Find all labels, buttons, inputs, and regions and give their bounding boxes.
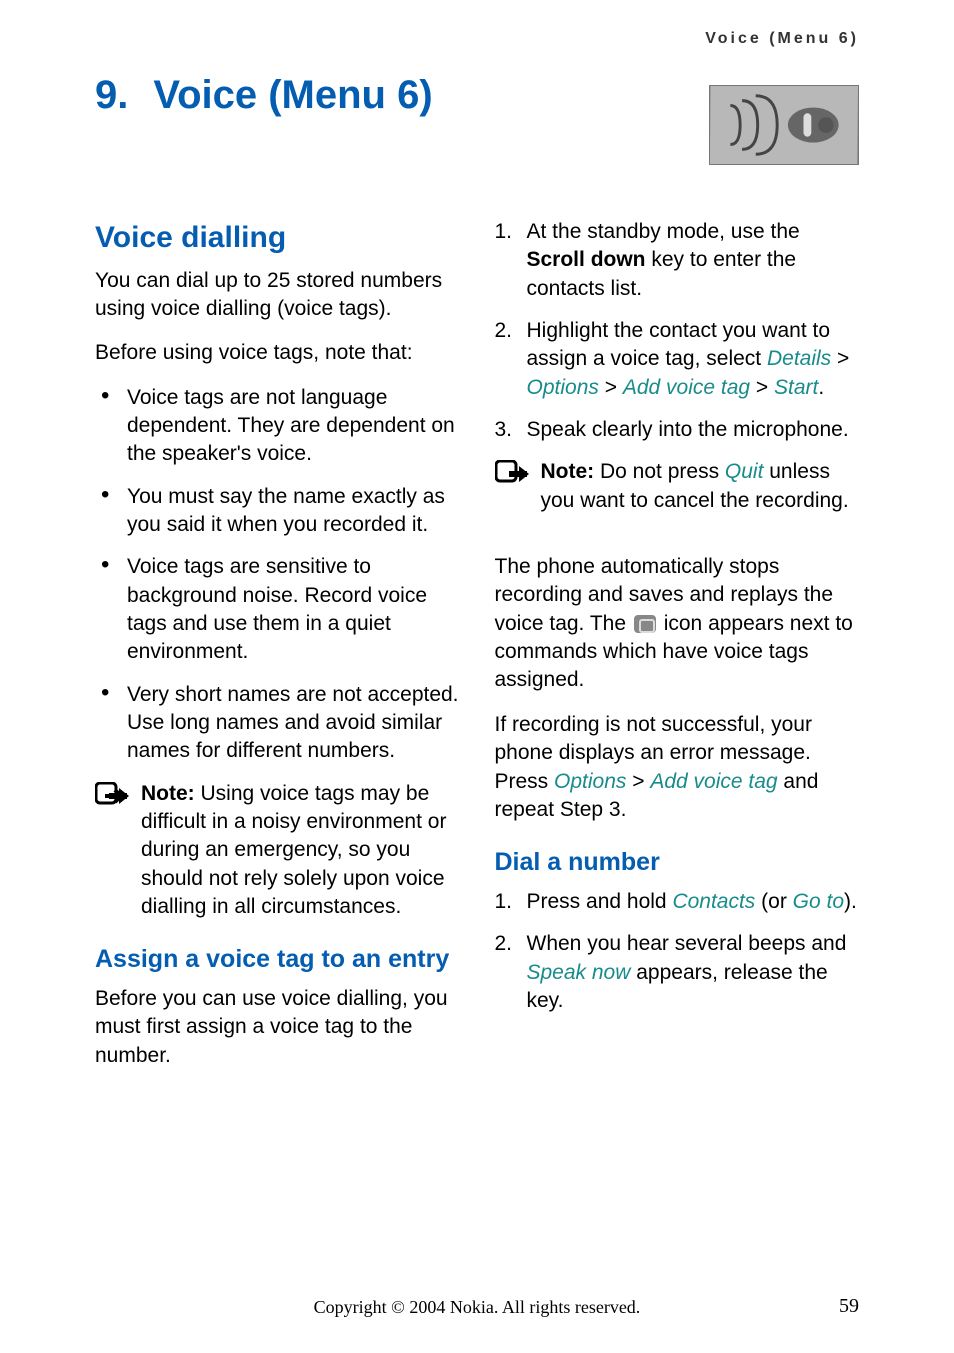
sep: > xyxy=(831,347,849,370)
note-block: Note: Do not press Quit unless you want … xyxy=(495,458,860,515)
step-3: 3. Speak clearly into the microphone. xyxy=(495,416,860,444)
chapter-number: 9. xyxy=(95,73,128,117)
dial-step-2: 2. When you hear several beeps and Speak… xyxy=(495,930,860,1015)
running-header: Voice (Menu 6) xyxy=(95,30,859,48)
step-2: 2. Highlight the contact you want to ass… xyxy=(495,317,860,402)
text: Press and hold xyxy=(527,890,673,913)
note-body: Note: Using voice tags may be difficult … xyxy=(141,780,460,922)
dial-step-1: 1. Press and hold Contacts (or Go to). xyxy=(495,888,860,916)
step-number: 3. xyxy=(495,416,513,444)
menu-go-to: Go to xyxy=(793,890,844,913)
note-label: Note: xyxy=(541,460,595,483)
step-text: At the standby mode, use the xyxy=(527,220,800,243)
step-number: 2. xyxy=(495,930,513,958)
menu-contacts: Contacts xyxy=(672,890,755,913)
note-label: Note: xyxy=(141,782,195,805)
bullet-item: You must say the name exactly as you sai… xyxy=(95,483,460,540)
menu-options: Options xyxy=(554,770,626,793)
scroll-down-key: Scroll down xyxy=(527,248,646,271)
step-number: 1. xyxy=(495,888,513,916)
text: When you hear several beeps and xyxy=(527,932,847,955)
step-text: . xyxy=(818,376,824,399)
text: (or xyxy=(755,890,792,913)
menu-start: Start xyxy=(774,376,818,399)
menu-options: Options xyxy=(527,376,599,399)
before-paragraph: Before using voice tags, note that: xyxy=(95,339,460,367)
bullet-item: Voice tags are sensitive to background n… xyxy=(95,553,460,666)
note-text: Do not press xyxy=(594,460,725,483)
chapter-text: Voice (Menu 6) xyxy=(153,73,432,117)
bullet-item: Very short names are not accepted. Use l… xyxy=(95,681,460,766)
step-number: 2. xyxy=(495,317,513,345)
notes-bullets: Voice tags are not language dependent. T… xyxy=(95,384,460,766)
spacer xyxy=(495,533,860,553)
sep: > xyxy=(626,770,650,793)
step-number: 1. xyxy=(495,218,513,246)
page-footer: Copyright © 2004 Nokia. All rights reser… xyxy=(0,1297,954,1318)
assign-voice-tag-heading: Assign a voice tag to an entry xyxy=(95,943,460,977)
menu-add-voice-tag: Add voice tag xyxy=(623,376,750,399)
left-column: Voice dialling You can dial up to 25 sto… xyxy=(95,218,460,1086)
voice-menu-icon xyxy=(709,85,859,165)
note-body: Note: Do not press Quit unless you want … xyxy=(541,458,860,515)
sep: > xyxy=(599,376,623,399)
fail-paragraph: If recording is not successful, your pho… xyxy=(495,711,860,824)
note-arrow-icon xyxy=(95,782,129,812)
menu-speak-now: Speak now xyxy=(527,961,631,984)
text: ). xyxy=(844,890,857,913)
right-column: 1. At the standby mode, use the Scroll d… xyxy=(495,218,860,1086)
menu-details: Details xyxy=(767,347,831,370)
note-arrow-icon xyxy=(495,460,529,490)
sep: > xyxy=(750,376,774,399)
voice-tag-icon xyxy=(634,615,656,633)
dial-number-heading: Dial a number xyxy=(495,846,860,880)
dial-steps: 1. Press and hold Contacts (or Go to). 2… xyxy=(495,888,860,1015)
assign-paragraph: Before you can use voice dialling, you m… xyxy=(95,985,460,1070)
bullet-item: Voice tags are not language dependent. T… xyxy=(95,384,460,469)
menu-quit: Quit xyxy=(725,460,764,483)
voice-dialling-heading: Voice dialling xyxy=(95,218,460,259)
step-text: Speak clearly into the microphone. xyxy=(527,418,849,441)
intro-paragraph: You can dial up to 25 stored numbers usi… xyxy=(95,267,460,324)
copyright-text: Copyright © 2004 Nokia. All rights reser… xyxy=(314,1297,641,1317)
auto-stop-paragraph: The phone automatically stops recording … xyxy=(495,553,860,695)
assign-steps: 1. At the standby mode, use the Scroll d… xyxy=(495,218,860,444)
step-1: 1. At the standby mode, use the Scroll d… xyxy=(495,218,860,303)
page-number: 59 xyxy=(839,1295,859,1318)
note-block: Note: Using voice tags may be difficult … xyxy=(95,780,460,922)
menu-add-voice-tag: Add voice tag xyxy=(650,770,777,793)
content-columns: Voice dialling You can dial up to 25 sto… xyxy=(95,218,859,1086)
